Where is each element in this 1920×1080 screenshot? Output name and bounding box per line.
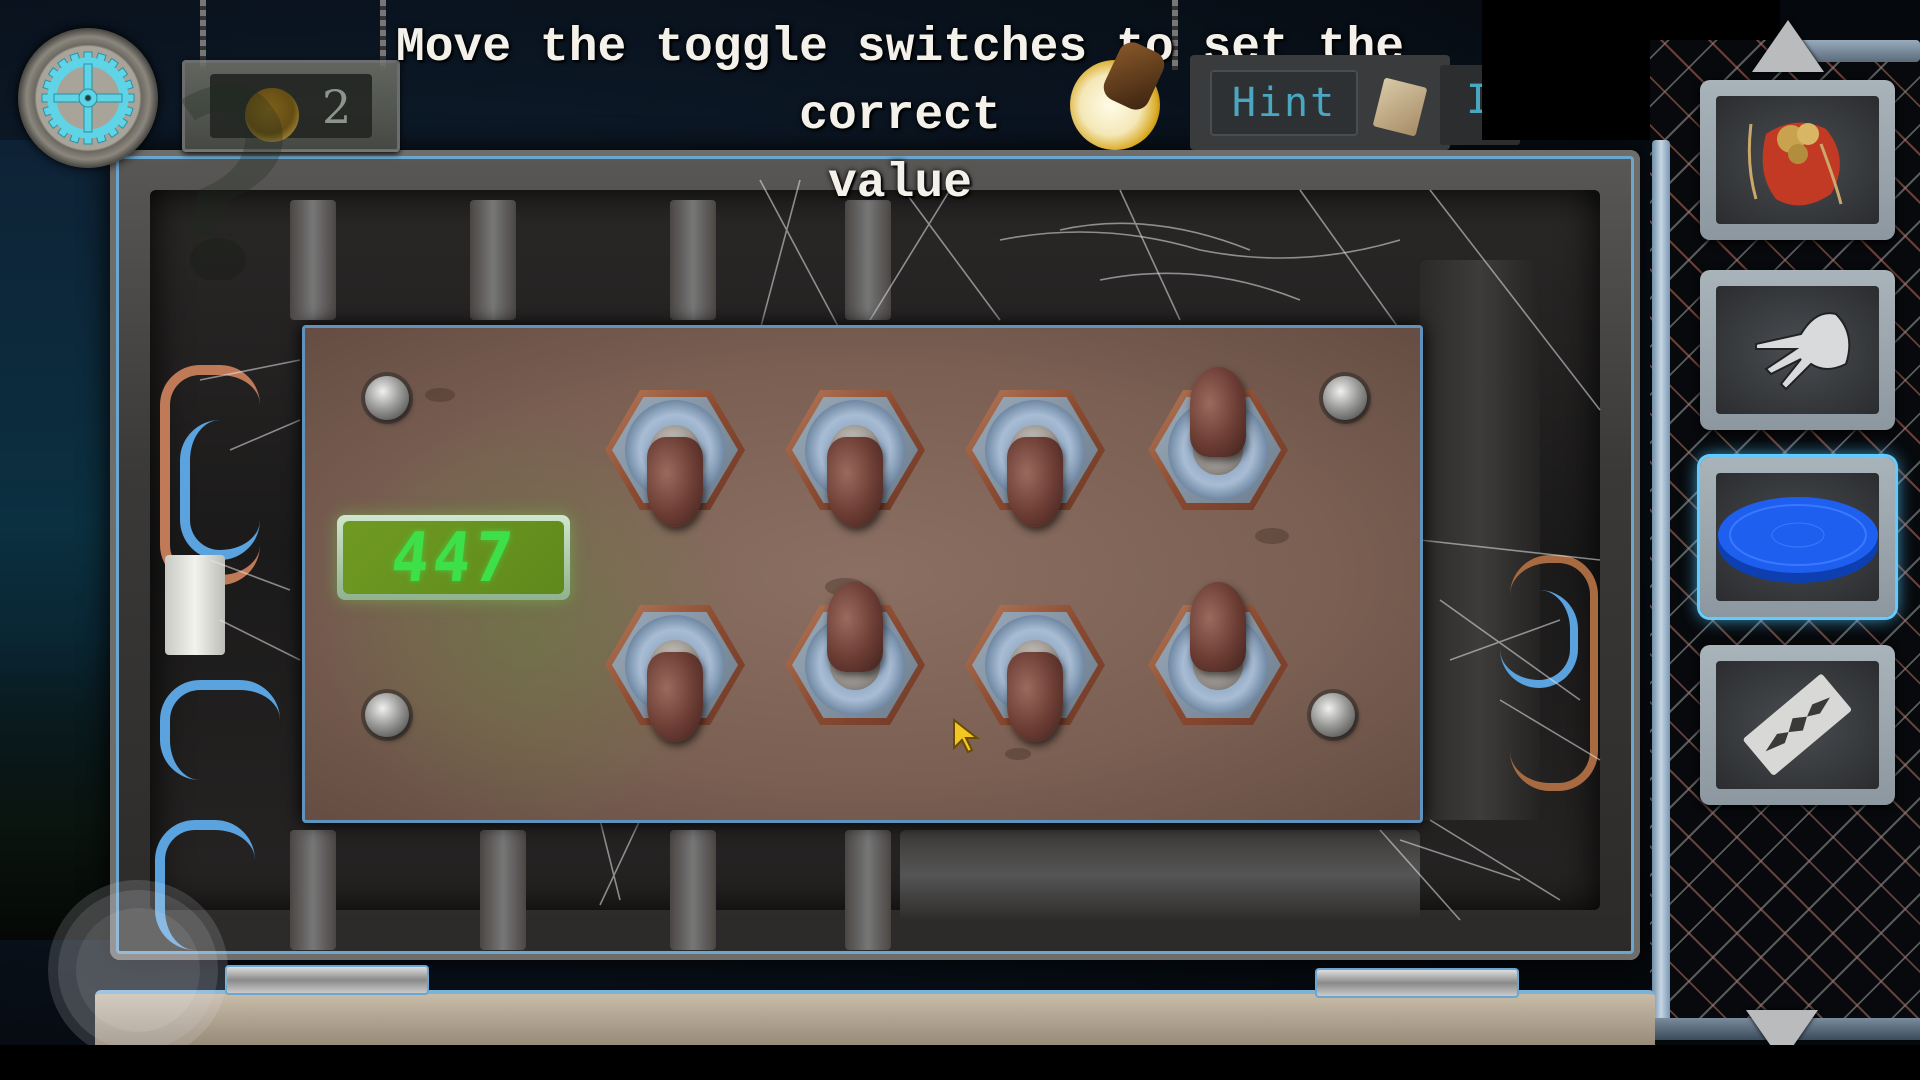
pointer-cursor [953,718,980,754]
slot-background [1716,473,1879,601]
red-pouch-icon [1747,122,1843,206]
inventory-slot-razor-blade[interactable] [1700,645,1895,805]
rust-speck [1005,748,1031,760]
joystick-knob[interactable] [76,908,200,1032]
claw-icon [1755,312,1851,391]
question-mark-overlay-icon [180,84,283,280]
razor-blade-icon [1743,674,1852,775]
rust-speck [1255,528,1289,544]
switch-lever[interactable] [827,437,883,527]
slot-background [1716,96,1879,224]
inventory-slot-claw[interactable] [1700,270,1895,430]
blue-wire [180,420,260,560]
blue-disc-icon [1718,497,1878,583]
bracket [670,200,716,320]
switch-lever[interactable] [647,437,703,527]
bracket [845,200,891,320]
toggle-switch-r2-c4[interactable] [1143,582,1293,740]
fuse [165,555,225,655]
switch-lever[interactable] [647,652,703,742]
switch-lever[interactable] [1007,437,1063,527]
toggle-switch-r1-c2[interactable] [780,375,930,527]
hint-button[interactable]: Hint [1210,70,1358,136]
virtual-joystick[interactable] [48,880,228,1060]
corner-rivet [365,693,409,737]
switch-lever[interactable] [827,582,883,672]
hinge [1315,968,1519,998]
hinge [225,965,429,995]
letterbox-bar [0,1045,1920,1080]
triangle-up-icon[interactable] [1752,20,1824,72]
hint-label: Hint [1231,80,1337,126]
bracket [670,830,716,950]
display-screen: 447 [343,517,564,598]
toggle-switch-r2-c3[interactable] [960,590,1110,742]
blue-wire [160,680,280,780]
toggle-switch-r1-c1[interactable] [600,375,750,527]
switch-lever[interactable] [1190,582,1246,672]
slot-background [1716,661,1879,789]
corner-rivet [1323,376,1367,420]
toggle-switch-r1-c4[interactable] [1143,367,1293,525]
inventory-slot-red-sack[interactable] [1700,80,1895,240]
slot-background [1716,286,1879,414]
switch-lever[interactable] [1007,652,1063,742]
corner-rivet [1311,693,1355,737]
toggle-switch-r1-c3[interactable] [960,375,1110,527]
bracket [290,830,336,950]
inventory-slot-blue-lid[interactable] [1700,457,1895,617]
bracket [470,200,516,320]
inner-casing [900,830,1420,920]
instruction-line-2: value [827,157,973,211]
toggle-switch-r2-c1[interactable] [600,590,750,742]
display-value: 447 [387,517,520,598]
rust-speck [425,388,455,402]
bracket [480,830,526,950]
switch-lever[interactable] [1190,367,1246,457]
inventory-pole [1652,140,1670,1030]
corner-rivet [365,376,409,420]
bracket [845,830,891,950]
digital-display: 447 [337,515,570,600]
toggle-switch-r2-c2[interactable] [780,582,930,740]
blue-wire [1500,590,1578,688]
